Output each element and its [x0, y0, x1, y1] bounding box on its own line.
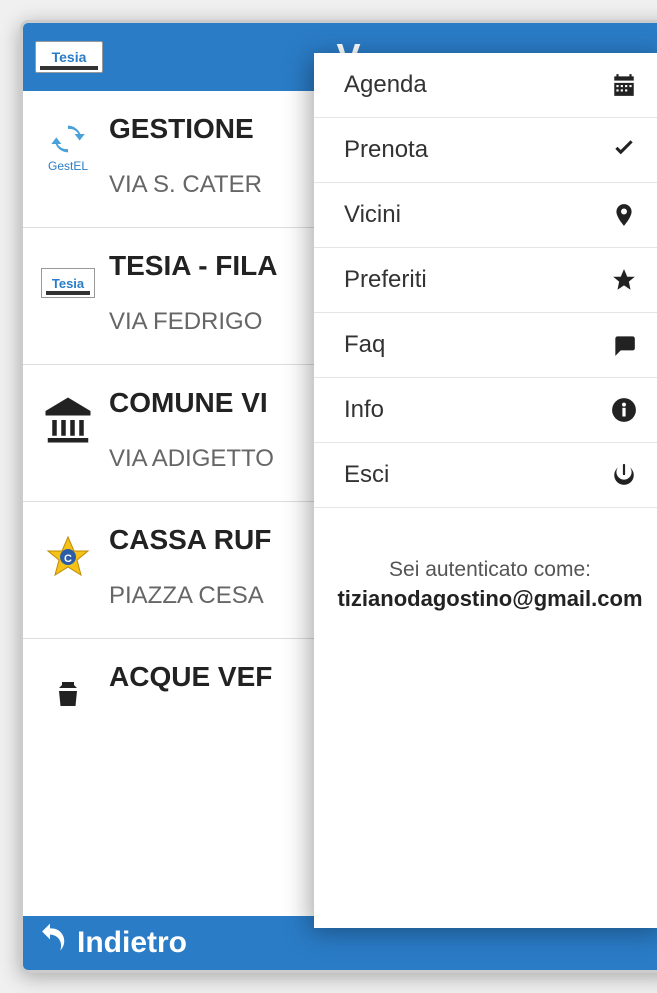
star-icon: [610, 266, 638, 294]
menu-item-esci[interactable]: Esci: [314, 443, 657, 508]
check-icon: [610, 136, 638, 164]
app-frame: Tesia V GestEL GESTIONE VIA S. CATER Tes…: [20, 20, 657, 973]
gestel-icon-label: GestEL: [48, 159, 88, 173]
auth-label: Sei autenticato come:: [330, 558, 650, 582]
menu-item-label: Faq: [344, 331, 385, 359]
menu-item-info[interactable]: Info: [314, 378, 657, 443]
auth-info: Sei autenticato come: tizianodagostino@g…: [314, 508, 657, 612]
menu-item-label: Esci: [344, 461, 389, 489]
back-icon[interactable]: [31, 922, 69, 965]
menu-item-label: Preferiti: [344, 266, 427, 294]
svg-text:C: C: [64, 553, 72, 565]
menu-item-prenota[interactable]: Prenota: [314, 118, 657, 183]
menu-item-agenda[interactable]: Agenda: [314, 53, 657, 118]
header-logo[interactable]: Tesia: [35, 41, 103, 73]
chat-icon: [610, 331, 638, 359]
menu-item-preferiti[interactable]: Preferiti: [314, 248, 657, 313]
cassa-icon: C: [41, 530, 95, 584]
tesia-icon: Tesia: [41, 256, 95, 310]
menu-item-vicini[interactable]: Vicini: [314, 183, 657, 248]
power-icon: [610, 461, 638, 489]
menu-item-label: Info: [344, 396, 384, 424]
menu-item-label: Agenda: [344, 71, 427, 99]
gestel-icon: GestEL: [41, 119, 95, 173]
side-menu-panel: Agenda Prenota Vicini Preferiti Faq: [314, 53, 657, 928]
auth-email: tizianodagostino@gmail.com: [330, 586, 650, 612]
menu-item-label: Vicini: [344, 201, 401, 229]
bank-icon: [41, 393, 95, 447]
pin-icon: [610, 201, 638, 229]
menu-item-faq[interactable]: Faq: [314, 313, 657, 378]
back-button[interactable]: Indietro: [77, 926, 187, 960]
water-icon: [41, 667, 95, 721]
menu-item-label: Prenota: [344, 136, 428, 164]
calendar-icon: [610, 71, 638, 99]
info-icon: [610, 396, 638, 424]
